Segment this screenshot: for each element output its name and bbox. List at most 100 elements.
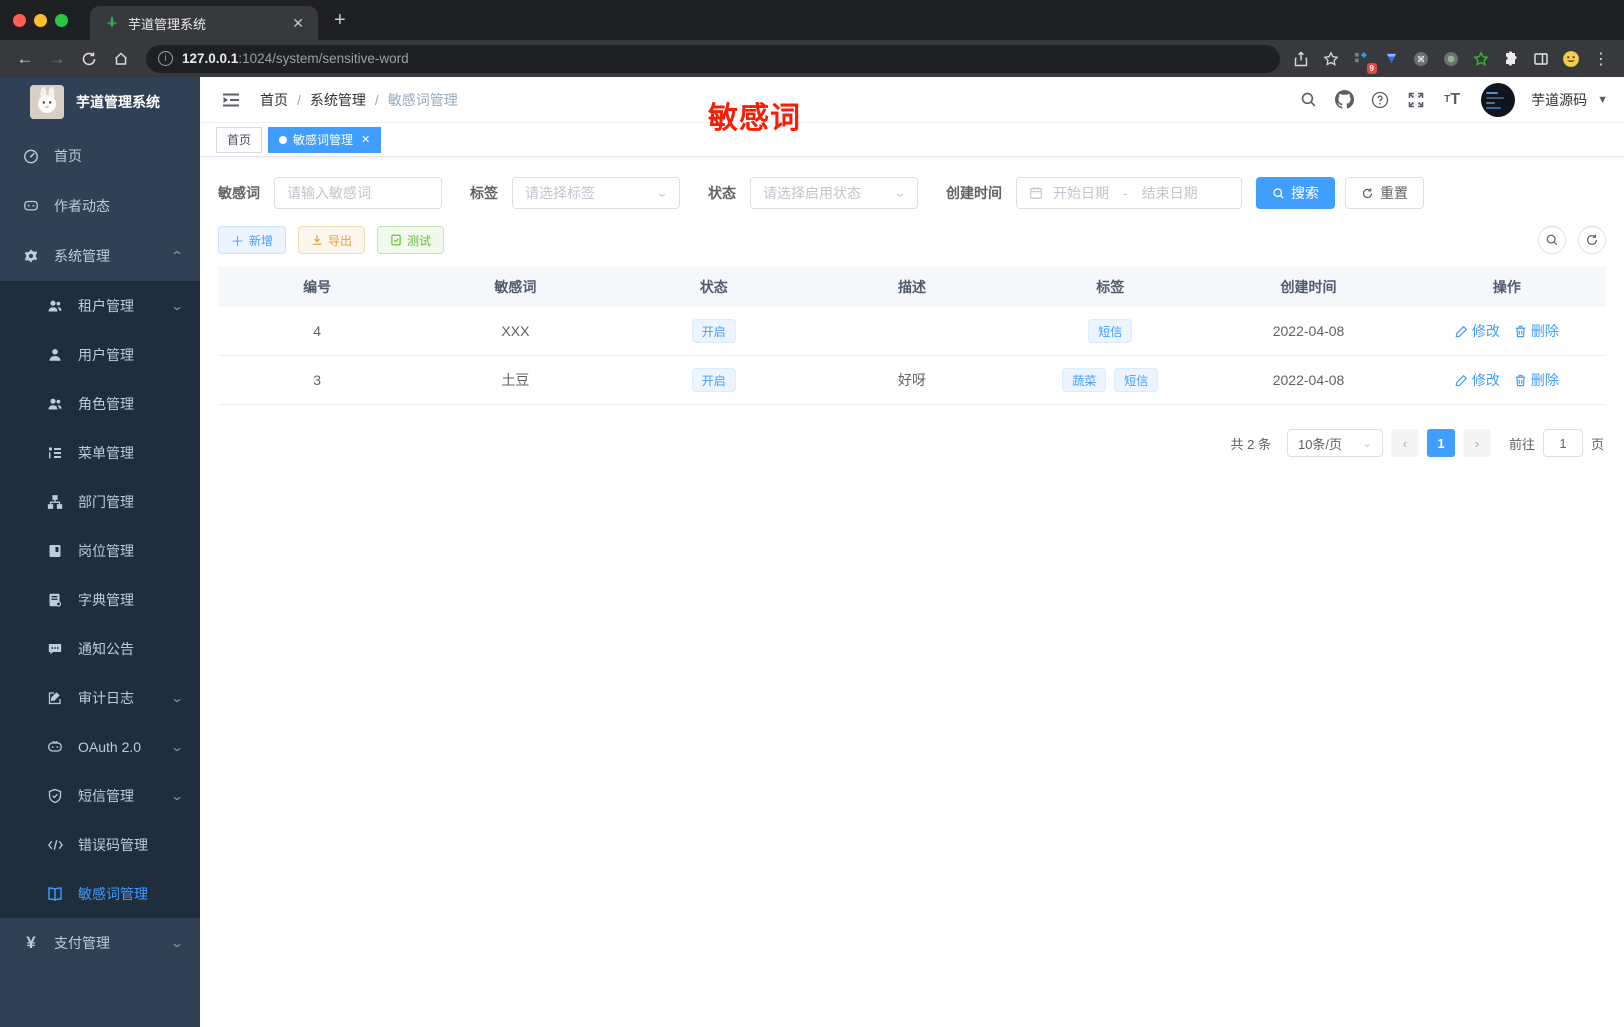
home-icon[interactable] (106, 44, 136, 74)
sidebar-item-label: 短信管理 (78, 787, 134, 804)
pencil-icon (1455, 325, 1468, 338)
extension-record-icon[interactable] (1438, 46, 1464, 72)
sidebar-item-label: 敏感词管理 (78, 885, 148, 902)
browser-menu-icon[interactable]: ⋮ (1588, 46, 1614, 72)
show-search-toggle-button[interactable] (1538, 226, 1566, 254)
add-button[interactable]: ＋ 新增 (218, 226, 287, 254)
edit-note-icon (46, 689, 64, 707)
next-page-button[interactable]: › (1462, 429, 1491, 457)
table-row: 4 XXX 开启 短信 2022-04-08 修改 删除 (218, 307, 1606, 356)
status-label: 状态 (708, 185, 736, 201)
total-count: 共 2 条 (1230, 436, 1271, 452)
sidebar-item-system-management[interactable]: 系统管理 ⌃ (0, 231, 200, 281)
user-menu-caret-icon[interactable]: ▼ (1597, 94, 1608, 106)
test-button[interactable]: 测试 (377, 226, 445, 254)
sidebar-item-home[interactable]: 首页 (0, 131, 200, 181)
search-icon[interactable] (1293, 85, 1323, 115)
tree-list-icon (46, 444, 64, 462)
github-icon[interactable] (1329, 85, 1359, 115)
cell-operations: 修改 删除 (1408, 356, 1606, 404)
extension-gem-icon[interactable] (1378, 46, 1404, 72)
extension-star-icon[interactable] (1468, 46, 1494, 72)
search-button[interactable]: 搜索 (1256, 177, 1335, 209)
sidebar-item-author-updates[interactable]: 作者动态 (0, 181, 200, 231)
tag-badge: 短信 (1114, 368, 1159, 392)
tab-close-icon[interactable]: ✕ (288, 15, 308, 32)
tag-close-icon[interactable]: ✕ (361, 133, 370, 146)
sidebar-item-role-management[interactable]: 角色管理 (0, 379, 200, 428)
sidebar-item-department-management[interactable]: 部门管理 (0, 477, 200, 526)
edit-button[interactable]: 修改 (1455, 370, 1500, 390)
tag-select[interactable]: 请选择标签 ⌄ (512, 177, 680, 209)
profile-emoji-icon[interactable] (1558, 46, 1584, 72)
reload-icon[interactable] (74, 44, 104, 74)
delete-button[interactable]: 删除 (1514, 370, 1559, 390)
refresh-table-button[interactable] (1578, 226, 1606, 254)
sidebar-item-payment-management[interactable]: ¥ 支付管理 ⌄ (0, 918, 200, 968)
browser-tab[interactable]: 芋道管理系统 ✕ (90, 6, 318, 40)
cell-id: 3 (313, 372, 322, 388)
page-size-select[interactable]: 10条/页 ⌄ (1286, 429, 1383, 457)
tag-badge: 蔬菜 (1062, 368, 1107, 392)
status-select[interactable]: 请选择启用状态 ⌄ (750, 177, 918, 209)
status-badge: 开启 (691, 368, 736, 392)
minimize-window-button[interactable] (34, 13, 47, 27)
date-separator: - (1123, 185, 1128, 201)
export-button[interactable]: 导出 (298, 226, 366, 254)
sidebar-item-label: 作者动态 (54, 198, 110, 214)
tag-view-item[interactable]: 敏感词管理 ✕ (268, 126, 382, 153)
sidebar-item-notice-announcement[interactable]: 通知公告 (0, 624, 200, 673)
cell-description (813, 307, 1011, 355)
site-favicon-icon (104, 15, 120, 31)
forward-icon[interactable]: → (42, 44, 72, 74)
goto-page-input[interactable] (1542, 429, 1583, 457)
sidebar-item-error-code-management[interactable]: 错误码管理 (0, 820, 200, 869)
font-size-icon[interactable]: TT (1437, 85, 1467, 115)
sidebar-item-sms-management[interactable]: 短信管理 ⌄ (0, 771, 200, 820)
filter-form: 敏感词 请输入敏感词 标签 请选择标签 ⌄ 状态 请选择启用状态 ⌄ 创建时间 (218, 177, 1606, 209)
sidebar-item-user-management[interactable]: 用户管理 (0, 330, 200, 379)
extension-grid-icon[interactable]: 9 (1348, 46, 1377, 74)
tag-view-item[interactable]: 首页 (216, 126, 263, 153)
edit-button[interactable]: 修改 (1455, 321, 1500, 341)
yen-icon: ¥ (26, 933, 36, 952)
user-avatar[interactable] (1481, 82, 1516, 117)
sidebar-item-label: 角色管理 (78, 395, 134, 412)
extension-command-icon[interactable]: ⌘ (1408, 46, 1434, 72)
reset-button[interactable]: 重置 (1345, 177, 1424, 209)
maximize-window-button[interactable] (55, 13, 68, 27)
macos-window-controls[interactable] (13, 13, 68, 27)
page-number-button[interactable]: 1 (1426, 429, 1455, 457)
breadcrumb-separator: / (374, 91, 379, 108)
help-icon[interactable] (1365, 85, 1395, 115)
sidebar-item-label: 审计日志 (78, 689, 134, 706)
sidebar-item-oauth2[interactable]: OAuth 2.0 ⌄ (0, 722, 200, 771)
prev-page-button[interactable]: ‹ (1390, 429, 1419, 457)
delete-button[interactable]: 删除 (1514, 321, 1559, 341)
sidebar-item-sensitive-word-management[interactable]: 敏感词管理 (0, 869, 200, 918)
site-info-icon[interactable]: i (158, 51, 173, 66)
user-name[interactable]: 芋道源码 (1531, 90, 1587, 110)
keyword-input[interactable]: 请输入敏感词 (274, 177, 442, 209)
address-bar[interactable]: i 127.0.0.1:1024/system/sensitive-word (146, 44, 1280, 73)
date-range-picker[interactable]: 开始日期 - 结束日期 (1016, 177, 1242, 209)
app-logo[interactable]: 芋道管理系统 (0, 77, 200, 127)
sidebar-item-tenant-management[interactable]: 租户管理 ⌄ (0, 281, 200, 330)
sidebar-item-menu-management[interactable]: 菜单管理 (0, 428, 200, 477)
new-tab-button[interactable]: + (334, 10, 346, 30)
sidebar-item-audit-log[interactable]: 审计日志 ⌄ (0, 673, 200, 722)
sidebar-item-dict-management[interactable]: 字典管理 (0, 575, 200, 624)
book-icon (46, 591, 64, 609)
close-window-button[interactable] (13, 13, 26, 27)
sidebar-item-position-management[interactable]: 岗位管理 (0, 526, 200, 575)
breadcrumb-item[interactable]: 系统管理 (310, 90, 366, 110)
share-icon[interactable] (1288, 46, 1314, 72)
table-header-row: 编号 敏感词 状态 描述 标签 创建时间 操作 (218, 267, 1606, 307)
back-icon[interactable]: ← (10, 44, 40, 74)
fullscreen-icon[interactable] (1401, 85, 1431, 115)
breadcrumb-item[interactable]: 首页 (260, 90, 288, 110)
sidebar-panel-icon[interactable] (1528, 46, 1554, 72)
menu-fold-icon[interactable] (216, 85, 246, 115)
bookmark-star-icon[interactable] (1318, 46, 1344, 72)
extension-puzzle-icon[interactable] (1498, 46, 1524, 72)
